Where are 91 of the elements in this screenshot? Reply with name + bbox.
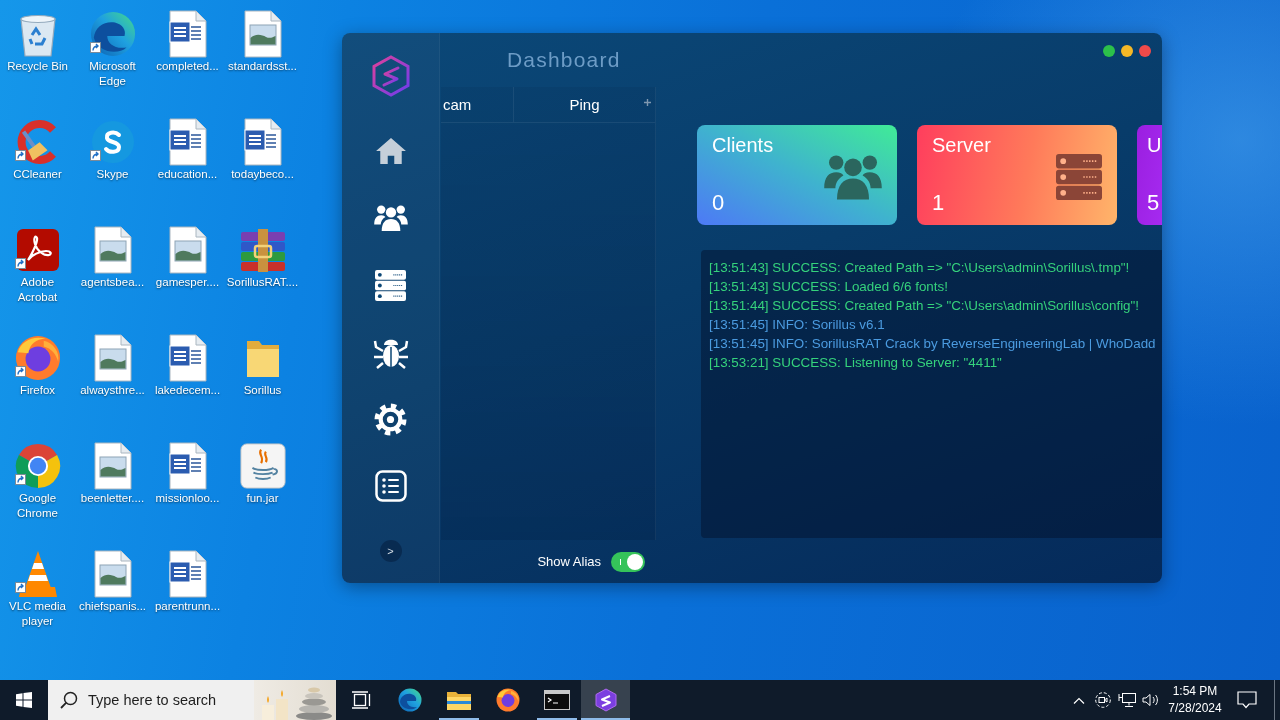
s-logo-icon[interactable] bbox=[90, 120, 135, 164]
hexagon-logo-icon bbox=[594, 688, 617, 712]
document-icon[interactable] bbox=[168, 118, 207, 166]
card-title: Server bbox=[932, 133, 991, 157]
icon-label[interactable]: parentrunn... bbox=[150, 599, 225, 614]
icon-label[interactable]: SorillusRAT.... bbox=[225, 275, 300, 290]
window-control-button[interactable] bbox=[1103, 45, 1115, 57]
icon-label[interactable]: standardsst... bbox=[225, 59, 300, 74]
globe-logo-icon bbox=[495, 688, 520, 712]
list-icon bbox=[374, 470, 407, 502]
speaker-icon bbox=[1142, 693, 1160, 707]
chevron-up-icon bbox=[1073, 696, 1085, 704]
log-line: [13:51:44] SUCCESS: Created Path => "C:\Users\admin\Sorillus\config"! bbox=[709, 297, 1140, 315]
log-line: [13:53:21] SUCCESS: Listening to Server: "4411" bbox=[709, 354, 1002, 372]
users-icon bbox=[824, 152, 882, 201]
taskbar-app-button[interactable] bbox=[581, 680, 630, 720]
swirl-logo-icon bbox=[397, 688, 422, 712]
icon-label[interactable]: missionloo... bbox=[150, 491, 225, 506]
image-file-icon[interactable] bbox=[93, 334, 132, 382]
icon-label[interactable]: agentsbea... bbox=[75, 275, 150, 290]
window-control-button[interactable] bbox=[1121, 45, 1133, 57]
log-line: [13:51:45] INFO: Sorillus v6.1 bbox=[709, 316, 885, 334]
terminal-icon bbox=[543, 690, 570, 710]
folder-icon[interactable] bbox=[245, 338, 280, 378]
card-title: Clients bbox=[712, 133, 774, 157]
window-control-button[interactable] bbox=[1139, 45, 1151, 57]
image-file-icon[interactable] bbox=[93, 442, 132, 490]
icon-label[interactable]: education... bbox=[150, 167, 225, 182]
search-icon bbox=[48, 680, 88, 720]
image-file-icon[interactable] bbox=[93, 550, 132, 598]
clock-date[interactable]: 7/28/2024 bbox=[1168, 700, 1222, 717]
swirl-logo-icon[interactable] bbox=[89, 11, 136, 57]
icon-label[interactable]: todaybeco... bbox=[225, 167, 300, 182]
image-file-icon[interactable] bbox=[168, 226, 207, 274]
log-line: [13:51:45] INFO: SorillusRAT Crack by ReverseEngineeringLab | WhoDadd bbox=[709, 335, 1156, 353]
icon-label[interactable]: Firefox bbox=[0, 383, 75, 398]
icon-label[interactable]: gamesper.... bbox=[150, 275, 225, 290]
server-icon bbox=[1056, 153, 1102, 200]
icon-label[interactable]: lakedecem... bbox=[150, 383, 225, 398]
toggle-switch[interactable] bbox=[611, 551, 645, 572]
icon-label[interactable]: beenletter.... bbox=[75, 491, 150, 506]
icon-label[interactable]: completed... bbox=[150, 59, 225, 74]
card-value: 0 bbox=[712, 190, 725, 216]
speech-bubble-icon bbox=[1237, 691, 1257, 709]
camera-icon bbox=[1095, 692, 1111, 708]
traffic-cone-icon[interactable] bbox=[17, 550, 58, 598]
document-icon[interactable] bbox=[243, 118, 282, 166]
column-header[interactable]: cam bbox=[441, 87, 513, 122]
icon-label[interactable]: Microsoft Edge bbox=[75, 59, 150, 89]
image-file-icon[interactable] bbox=[93, 226, 132, 274]
network-icon bbox=[1118, 692, 1136, 708]
column-header[interactable]: Ping bbox=[513, 87, 655, 122]
toggle-label: Show Alias bbox=[537, 554, 601, 569]
icon-label[interactable]: alwaysthre... bbox=[75, 383, 150, 398]
archive-books-icon[interactable] bbox=[238, 228, 287, 272]
settings-icon bbox=[374, 402, 407, 436]
server-icon bbox=[375, 269, 406, 301]
icon-label[interactable]: chiefspanis... bbox=[75, 599, 150, 614]
window-title: Dashboard bbox=[507, 48, 621, 72]
icon-label[interactable]: fun.jar bbox=[225, 491, 300, 506]
hexagon-logo-icon bbox=[371, 55, 410, 97]
icon-label[interactable]: Google Chrome bbox=[0, 491, 75, 521]
expand-button[interactable]: > bbox=[379, 540, 402, 562]
users-icon bbox=[373, 204, 408, 232]
icon-label[interactable]: Sorillus bbox=[225, 383, 300, 398]
icon-label[interactable]: Recycle Bin bbox=[0, 59, 75, 74]
log-line: [13:51:43] SUCCESS: Created Path => "C:\Users\admin\Sorillus\.tmp"! bbox=[709, 259, 1130, 277]
pdf-logo-icon[interactable] bbox=[15, 228, 60, 272]
plus-icon bbox=[644, 99, 651, 106]
coffee-cup-icon[interactable] bbox=[239, 443, 286, 489]
clock-time[interactable]: 1:54 PM bbox=[1172, 683, 1218, 700]
document-icon[interactable] bbox=[168, 550, 207, 598]
icon-label[interactable]: Skype bbox=[75, 167, 150, 182]
card-title: U bbox=[1147, 133, 1162, 157]
image-file-icon[interactable] bbox=[243, 10, 282, 58]
house-icon bbox=[374, 137, 407, 165]
icon-label[interactable]: CCleaner bbox=[0, 167, 75, 182]
icon-label[interactable]: Adobe Acrobat bbox=[0, 275, 75, 305]
folder-icon bbox=[445, 689, 472, 711]
card-value: 1 bbox=[932, 190, 945, 216]
search-field[interactable]: Type here to search bbox=[88, 680, 254, 720]
document-icon[interactable] bbox=[168, 442, 207, 490]
document-icon[interactable] bbox=[168, 10, 207, 58]
ring-logo-icon[interactable] bbox=[14, 443, 61, 489]
card-value: 5 bbox=[1147, 190, 1160, 216]
globe-logo-icon[interactable] bbox=[14, 335, 61, 381]
task-view-icon bbox=[350, 691, 371, 709]
four-panes-icon bbox=[16, 692, 32, 708]
log-line: [13:51:43] SUCCESS: Loaded 6/6 fonts! bbox=[709, 278, 948, 296]
icon-label[interactable]: VLC media player bbox=[0, 599, 75, 629]
document-icon[interactable] bbox=[168, 334, 207, 382]
